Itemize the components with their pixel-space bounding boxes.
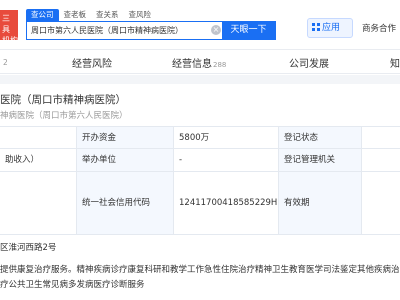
top-bar: 三 具 机构 查公司 查老板 查关系 查风险 × 天眼一下 应用 商务合作	[0, 0, 400, 50]
cell-value: 5800万	[179, 133, 210, 143]
cell-label: 举办单位	[77, 149, 173, 171]
cell-value	[362, 127, 400, 148]
registered-address: 区淮河西路2号	[0, 243, 57, 253]
business-scope-line: 提供康复治疗服务。精神疾病诊疗康复科研和教学工作急性住院治疗精神卫生教育医学司法…	[0, 265, 400, 275]
section-gap	[0, 75, 400, 84]
search-tab-boss[interactable]: 查老板	[59, 9, 92, 21]
cell-value	[0, 127, 76, 148]
logo-text: 三 具 机构	[2, 14, 18, 40]
tab-business-risk[interactable]: 经营风险	[72, 55, 112, 70]
cell-value: 助收入）	[5, 155, 40, 165]
table-row: 开办资金 5800万 登记状态	[0, 127, 400, 149]
search-button[interactable]: 天眼一下	[222, 20, 275, 40]
cell-label: 开办资金	[77, 127, 173, 148]
site-logo[interactable]: 三 具 机构	[0, 10, 18, 40]
search-input[interactable]	[31, 22, 216, 38]
apps-button-label: 应用	[322, 23, 341, 33]
cell-value	[362, 172, 400, 234]
business-scope-line: 疗公共卫生常见病多发病医疗诊断服务	[0, 280, 145, 290]
cell-label: 登记管理机关	[279, 149, 361, 171]
business-cooperation-link[interactable]: 商务合作	[362, 22, 396, 34]
info-table: 开办资金 5800万 登记状态 助收入） 举办单位 - 登记管理机关 统一社会信…	[0, 126, 400, 235]
tab-business-info[interactable]: 经营信息288	[172, 55, 226, 70]
search-tab-risk[interactable]: 查风险	[124, 9, 157, 21]
table-row: 助收入） 举办单位 - 登记管理机关	[0, 149, 400, 172]
tab-label: 经营风险	[72, 59, 112, 70]
grid-icon	[312, 23, 320, 31]
cell-value: -	[179, 155, 183, 165]
cell-label: 有效期	[279, 172, 361, 234]
search-type-tabs: 查公司 查老板 查关系 查风险	[26, 9, 156, 21]
tab-company-development[interactable]: 公司发展	[289, 55, 329, 70]
section-nav: 2 经营风险 经营信息288 公司发展 知	[0, 50, 400, 74]
cell-value	[362, 149, 400, 171]
apps-button[interactable]: 应用	[307, 18, 353, 38]
company-name: 医院（周口市精神病医院）	[0, 94, 126, 106]
tab-label: 知	[390, 59, 400, 70]
cell-label: 统一社会信用代码	[77, 172, 173, 234]
tab-label: 经营信息	[172, 59, 212, 70]
tab-count: 288	[213, 61, 227, 69]
tab-label: 公司发展	[289, 59, 329, 70]
clear-icon[interactable]: ×	[211, 25, 221, 35]
search-tab-relation[interactable]: 查关系	[91, 9, 124, 21]
cell-value	[0, 172, 76, 234]
nav-count: 2	[3, 58, 8, 67]
cell-label: 登记状态	[279, 127, 361, 148]
table-row: 统一社会信用代码 12411700418585229H 有效期	[0, 172, 400, 235]
tab-ip[interactable]: 知	[390, 55, 400, 70]
company-alias: 神病医院（周口市第六人民医院）	[0, 111, 128, 121]
search-tab-company[interactable]: 查公司	[26, 9, 59, 21]
search-box: × 天眼一下	[26, 20, 276, 40]
cell-value: 12411700418585229H	[179, 198, 278, 208]
